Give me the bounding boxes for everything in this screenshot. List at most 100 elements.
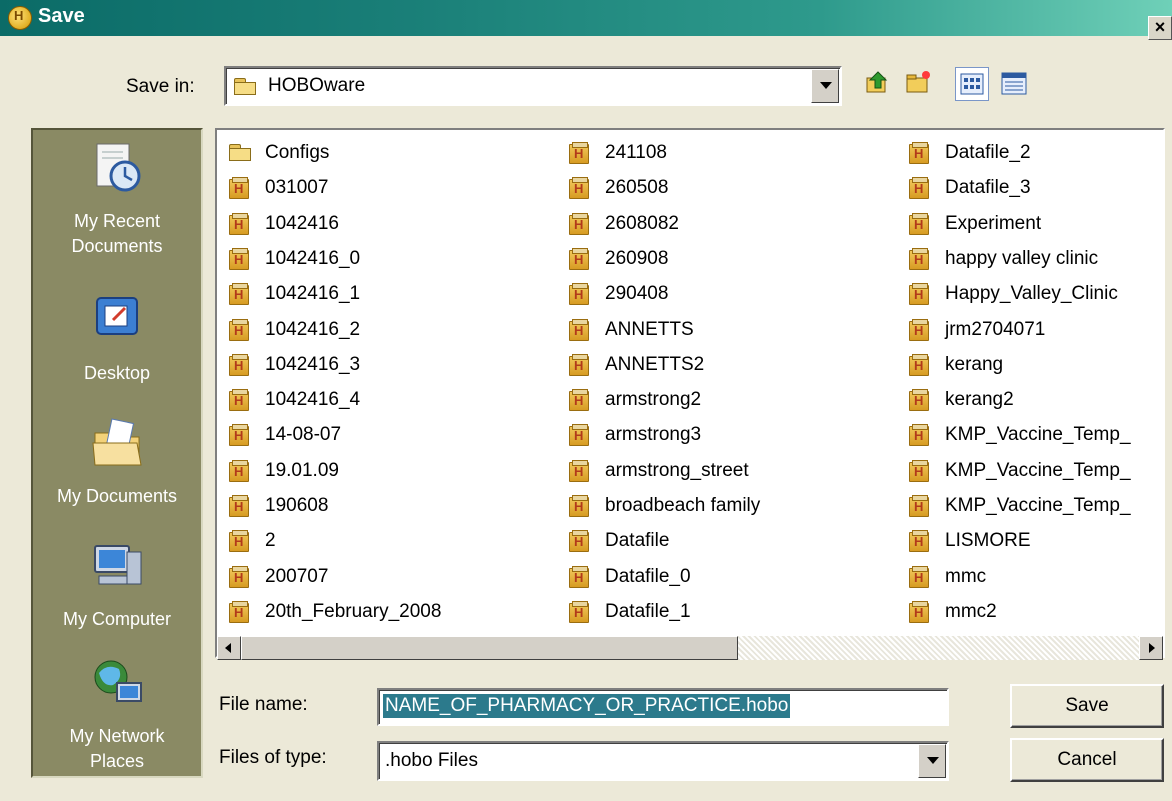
save-dialog: Save × Save in: HOBOware — [0, 0, 1172, 801]
place-label-line2: Places — [89, 751, 145, 771]
file-name-input[interactable]: NAME_OF_PHARMACY_OR_PRACTICE.hobo — [377, 688, 949, 726]
hobo-file-icon — [569, 353, 589, 376]
hobo-file-icon — [229, 565, 249, 588]
hobo-file-icon — [909, 247, 929, 270]
file-name-text: LISMORE — [945, 530, 1031, 552]
title-bar[interactable]: Save — [0, 0, 1172, 36]
hobo-file-icon — [569, 318, 589, 341]
hobo-file-icon — [229, 495, 249, 517]
file-name-text: armstrong3 — [605, 424, 702, 446]
file-name-text: 20th_February_2008 — [265, 600, 442, 622]
place-label: Desktop — [83, 363, 151, 383]
views-menu-button[interactable] — [955, 67, 989, 101]
hobo-file-icon — [909, 424, 929, 447]
hobo-file-icon — [569, 142, 589, 164]
file-name-text: armstrong_street — [605, 459, 749, 481]
file-name-text: Experiment — [945, 212, 1042, 234]
hobo-file-icon — [909, 142, 929, 164]
hobo-file-icon — [909, 600, 929, 623]
file-name-text: Datafile — [605, 530, 670, 552]
file-name-text: kerang — [945, 353, 1004, 375]
file-name-text: Datafile_0 — [605, 565, 691, 587]
scrollbar-thumb[interactable] — [241, 636, 738, 660]
file-name-text: 1042416_4 — [265, 389, 361, 411]
save-in-dropdown[interactable]: HOBOware — [224, 66, 842, 106]
hobo-file-icon — [909, 495, 929, 517]
hobo-file-icon — [229, 600, 249, 623]
hobo-file-icon — [229, 459, 249, 482]
hobo-file-icon — [569, 495, 589, 517]
file-name-text: ANNETTS — [605, 318, 694, 340]
hobo-file-icon — [229, 424, 249, 447]
place-recent-documents[interactable]: My Recent Documents — [33, 140, 201, 259]
file-name-text: 1042416_0 — [265, 247, 361, 269]
close-button[interactable]: × — [1148, 16, 1172, 40]
file-type-label: Files of type: — [219, 747, 327, 768]
hobo-file-icon — [229, 283, 249, 306]
save-button[interactable]: Save — [1010, 684, 1164, 728]
hobo-file-icon — [909, 212, 929, 235]
hobo-file-icon — [229, 318, 249, 341]
chevron-down-icon[interactable] — [918, 744, 946, 778]
place-label: My Documents — [56, 486, 178, 506]
file-name-text: 1042416_1 — [265, 283, 361, 305]
file-name-text: mmc — [945, 565, 987, 587]
new-folder-icon[interactable] — [904, 68, 932, 96]
file-name-text: KMP_Vaccine_Temp_ — [945, 459, 1131, 481]
hobo-file-icon — [909, 459, 929, 482]
file-name-text: Datafile_2 — [945, 142, 1031, 163]
hobo-file-icon — [569, 459, 589, 482]
app-icon — [8, 6, 32, 30]
file-name-value[interactable]: NAME_OF_PHARMACY_OR_PRACTICE.hobo — [383, 694, 791, 718]
file-name-text: 260908 — [605, 247, 669, 269]
file-name-text: jrm2704071 — [945, 318, 1046, 340]
file-name-text: 1042416 — [265, 212, 339, 234]
hobo-file-icon — [569, 565, 589, 588]
my-computer-icon — [94, 545, 142, 585]
recent-documents-icon — [96, 143, 141, 192]
hobo-file-icon — [229, 247, 249, 270]
hobo-file-icon — [909, 530, 929, 553]
file-name-text: broadbeach family — [605, 495, 761, 516]
scroll-right-arrow-icon[interactable] — [1139, 636, 1163, 660]
chevron-down-icon[interactable] — [811, 69, 839, 103]
file-name-text: 290408 — [605, 283, 669, 305]
horizontal-scrollbar[interactable] — [217, 636, 1163, 660]
save-in-label: Save in: — [126, 76, 195, 97]
file-name-text: 241108 — [605, 142, 667, 163]
file-name-text: 260508 — [605, 177, 669, 199]
file-name-text: 14-08-07 — [265, 424, 342, 446]
hobo-file-icon — [569, 530, 589, 553]
network-places-icon — [94, 660, 142, 702]
file-name-text: 031007 — [265, 177, 329, 199]
place-my-documents[interactable]: My Documents — [33, 415, 201, 509]
details-view-icon[interactable] — [1000, 70, 1028, 98]
hobo-file-icon — [569, 283, 589, 306]
file-name-text: Configs — [265, 142, 330, 163]
file-name-text: ANNETTS2 — [605, 353, 705, 375]
cancel-button[interactable]: Cancel — [1010, 738, 1164, 782]
file-name-text: armstrong2 — [605, 389, 702, 411]
place-label: My Computer — [62, 609, 172, 629]
desktop-icon — [96, 297, 138, 335]
place-my-computer[interactable]: My Computer — [33, 538, 201, 632]
file-type-dropdown[interactable]: .hobo Files — [377, 741, 949, 781]
hobo-file-icon — [569, 389, 589, 412]
my-documents-icon — [92, 418, 142, 466]
file-type-value: .hobo Files — [385, 750, 478, 771]
hobo-file-icon — [569, 247, 589, 270]
file-list[interactable]: Configs 031007 1042416 1042416_0 1042416_1 10… — [215, 128, 1165, 658]
place-desktop[interactable]: Desktop — [33, 292, 201, 386]
file-name-text: 2608082 — [605, 212, 679, 234]
folder-icon — [234, 78, 256, 95]
hobo-file-icon — [229, 389, 249, 412]
scroll-left-arrow-icon[interactable] — [217, 636, 241, 660]
file-name-text: 19.01.09 — [265, 459, 339, 481]
place-network-places[interactable]: My Network Places — [33, 655, 201, 774]
file-name-text: happy valley clinic — [945, 247, 1099, 269]
hobo-file-icon — [909, 318, 929, 341]
file-name-text: 200707 — [265, 565, 329, 587]
up-one-level-icon[interactable] — [864, 68, 892, 96]
window-title: Save — [38, 5, 85, 27]
file-name-text: Datafile_1 — [605, 600, 691, 622]
